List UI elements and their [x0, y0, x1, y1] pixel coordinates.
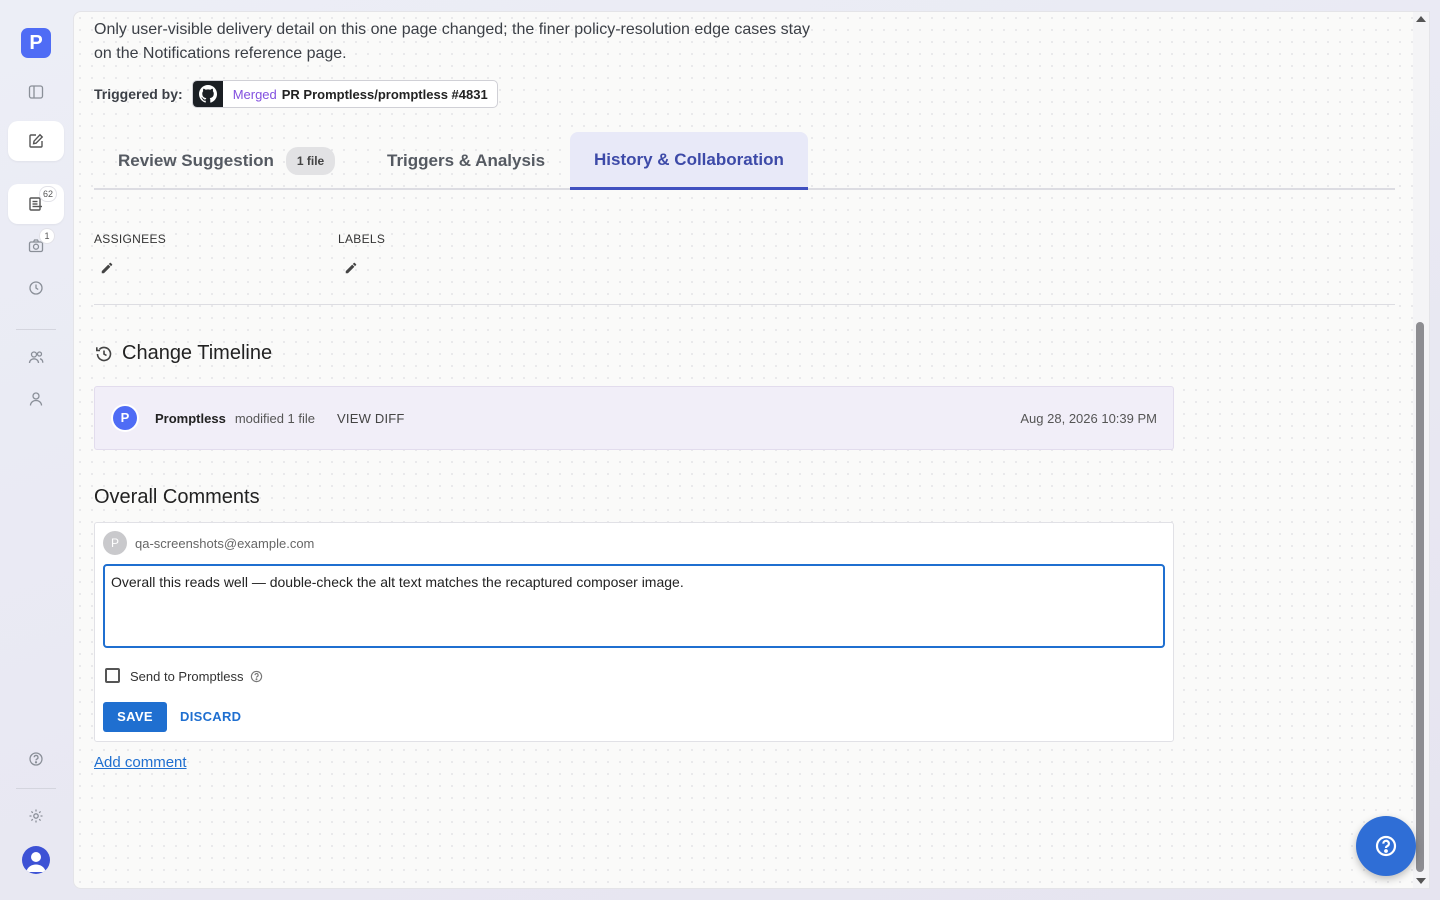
- edit-assignees-pencil-icon[interactable]: [100, 261, 114, 275]
- comment-editor: P qa-screenshots@example.com Overall thi…: [94, 522, 1174, 742]
- timeline-action: modified 1 file: [234, 410, 316, 426]
- clock-icon[interactable]: [8, 268, 64, 308]
- user-avatar[interactable]: [22, 846, 50, 874]
- camera-icon[interactable]: 1: [8, 226, 64, 266]
- trigger-label: Triggered by:: [94, 86, 183, 102]
- tab-triggers-analysis[interactable]: Triggers & Analysis: [363, 132, 569, 190]
- avatar: P: [103, 531, 127, 555]
- timeline-author: Promptless: [155, 410, 226, 426]
- team-icon[interactable]: [8, 337, 64, 377]
- sidebar-divider: [16, 329, 56, 330]
- file-count-badge: 1 file: [285, 147, 336, 175]
- sidebar-divider: [16, 788, 56, 789]
- timeline-title: Change Timeline: [122, 342, 273, 364]
- timeline-entry: P Promptless modified 1 file VIEW DIFF A…: [94, 386, 1174, 450]
- settings-gear-icon[interactable]: [8, 796, 64, 836]
- app-logo[interactable]: P: [21, 28, 51, 58]
- comment-author-email: qa-screenshots@example.com: [135, 536, 315, 551]
- edit-icon[interactable]: [8, 121, 64, 161]
- info-help-icon[interactable]: [250, 670, 263, 683]
- overall-comments-heading: Overall Comments: [94, 486, 260, 508]
- pr-status: Merged: [232, 86, 277, 102]
- person-icon[interactable]: [8, 379, 64, 419]
- suggestions-count-badge: 62: [40, 187, 57, 201]
- tab-bar: Review Suggestion 1 file Triggers & Anal…: [94, 132, 1395, 190]
- trigger-row: Triggered by: Merged PR Promptless/promp…: [94, 80, 498, 108]
- save-button[interactable]: SAVE: [103, 702, 167, 732]
- avatar: P: [113, 406, 137, 430]
- history-icon: [96, 346, 112, 361]
- comment-textarea[interactable]: Overall this reads well — double-check t…: [103, 564, 1165, 648]
- help-icon[interactable]: [8, 739, 64, 779]
- add-comment-link[interactable]: Add comment: [94, 754, 187, 771]
- send-to-promptless-checkbox[interactable]: [105, 668, 120, 683]
- scroll-thumb[interactable]: [1416, 322, 1424, 872]
- scroll-up-arrow-icon[interactable]: [1416, 16, 1426, 22]
- labels-label: LABELS: [338, 232, 386, 246]
- scroll-down-arrow-icon[interactable]: [1416, 878, 1426, 884]
- main-panel: Only user-visible delivery detail on thi…: [73, 11, 1430, 889]
- tab-label: History & Collaboration: [594, 149, 784, 169]
- suggestion-description: Only user-visible delivery detail on thi…: [94, 21, 810, 62]
- tab-label: Review Suggestion: [118, 151, 274, 170]
- question-mark-icon: [1375, 835, 1397, 857]
- send-to-promptless-label: Send to Promptless: [130, 669, 244, 684]
- pr-link[interactable]: PR Promptless/promptless #4831: [282, 87, 488, 102]
- sidebar: P 62 1: [0, 0, 72, 900]
- discard-button[interactable]: DISCARD: [180, 702, 241, 732]
- suggestions-icon[interactable]: 62: [8, 184, 64, 224]
- section-divider: [94, 304, 1395, 305]
- tab-history-collaboration[interactable]: History & Collaboration: [570, 132, 808, 190]
- github-icon: [192, 81, 223, 107]
- edit-labels-pencil-icon[interactable]: [344, 261, 358, 275]
- tab-review-suggestion[interactable]: Review Suggestion 1 file: [94, 132, 359, 190]
- assignees-label: ASSIGNEES: [94, 232, 167, 246]
- timeline-date: Aug 28, 2026 10:39 PM: [1020, 410, 1157, 426]
- toggle-sidebar-icon[interactable]: [8, 72, 64, 112]
- tab-label: Triggers & Analysis: [387, 151, 546, 170]
- send-to-promptless-option: Send to Promptless: [130, 669, 263, 684]
- change-timeline-heading: Change Timeline: [94, 342, 272, 365]
- pr-chip[interactable]: Merged PR Promptless/promptless #4831: [191, 80, 498, 108]
- view-diff-button[interactable]: VIEW DIFF: [337, 411, 405, 426]
- vertical-scrollbar[interactable]: [1413, 12, 1429, 888]
- screenshots-count-badge: 1: [40, 229, 54, 243]
- help-chat-button[interactable]: [1356, 816, 1416, 876]
